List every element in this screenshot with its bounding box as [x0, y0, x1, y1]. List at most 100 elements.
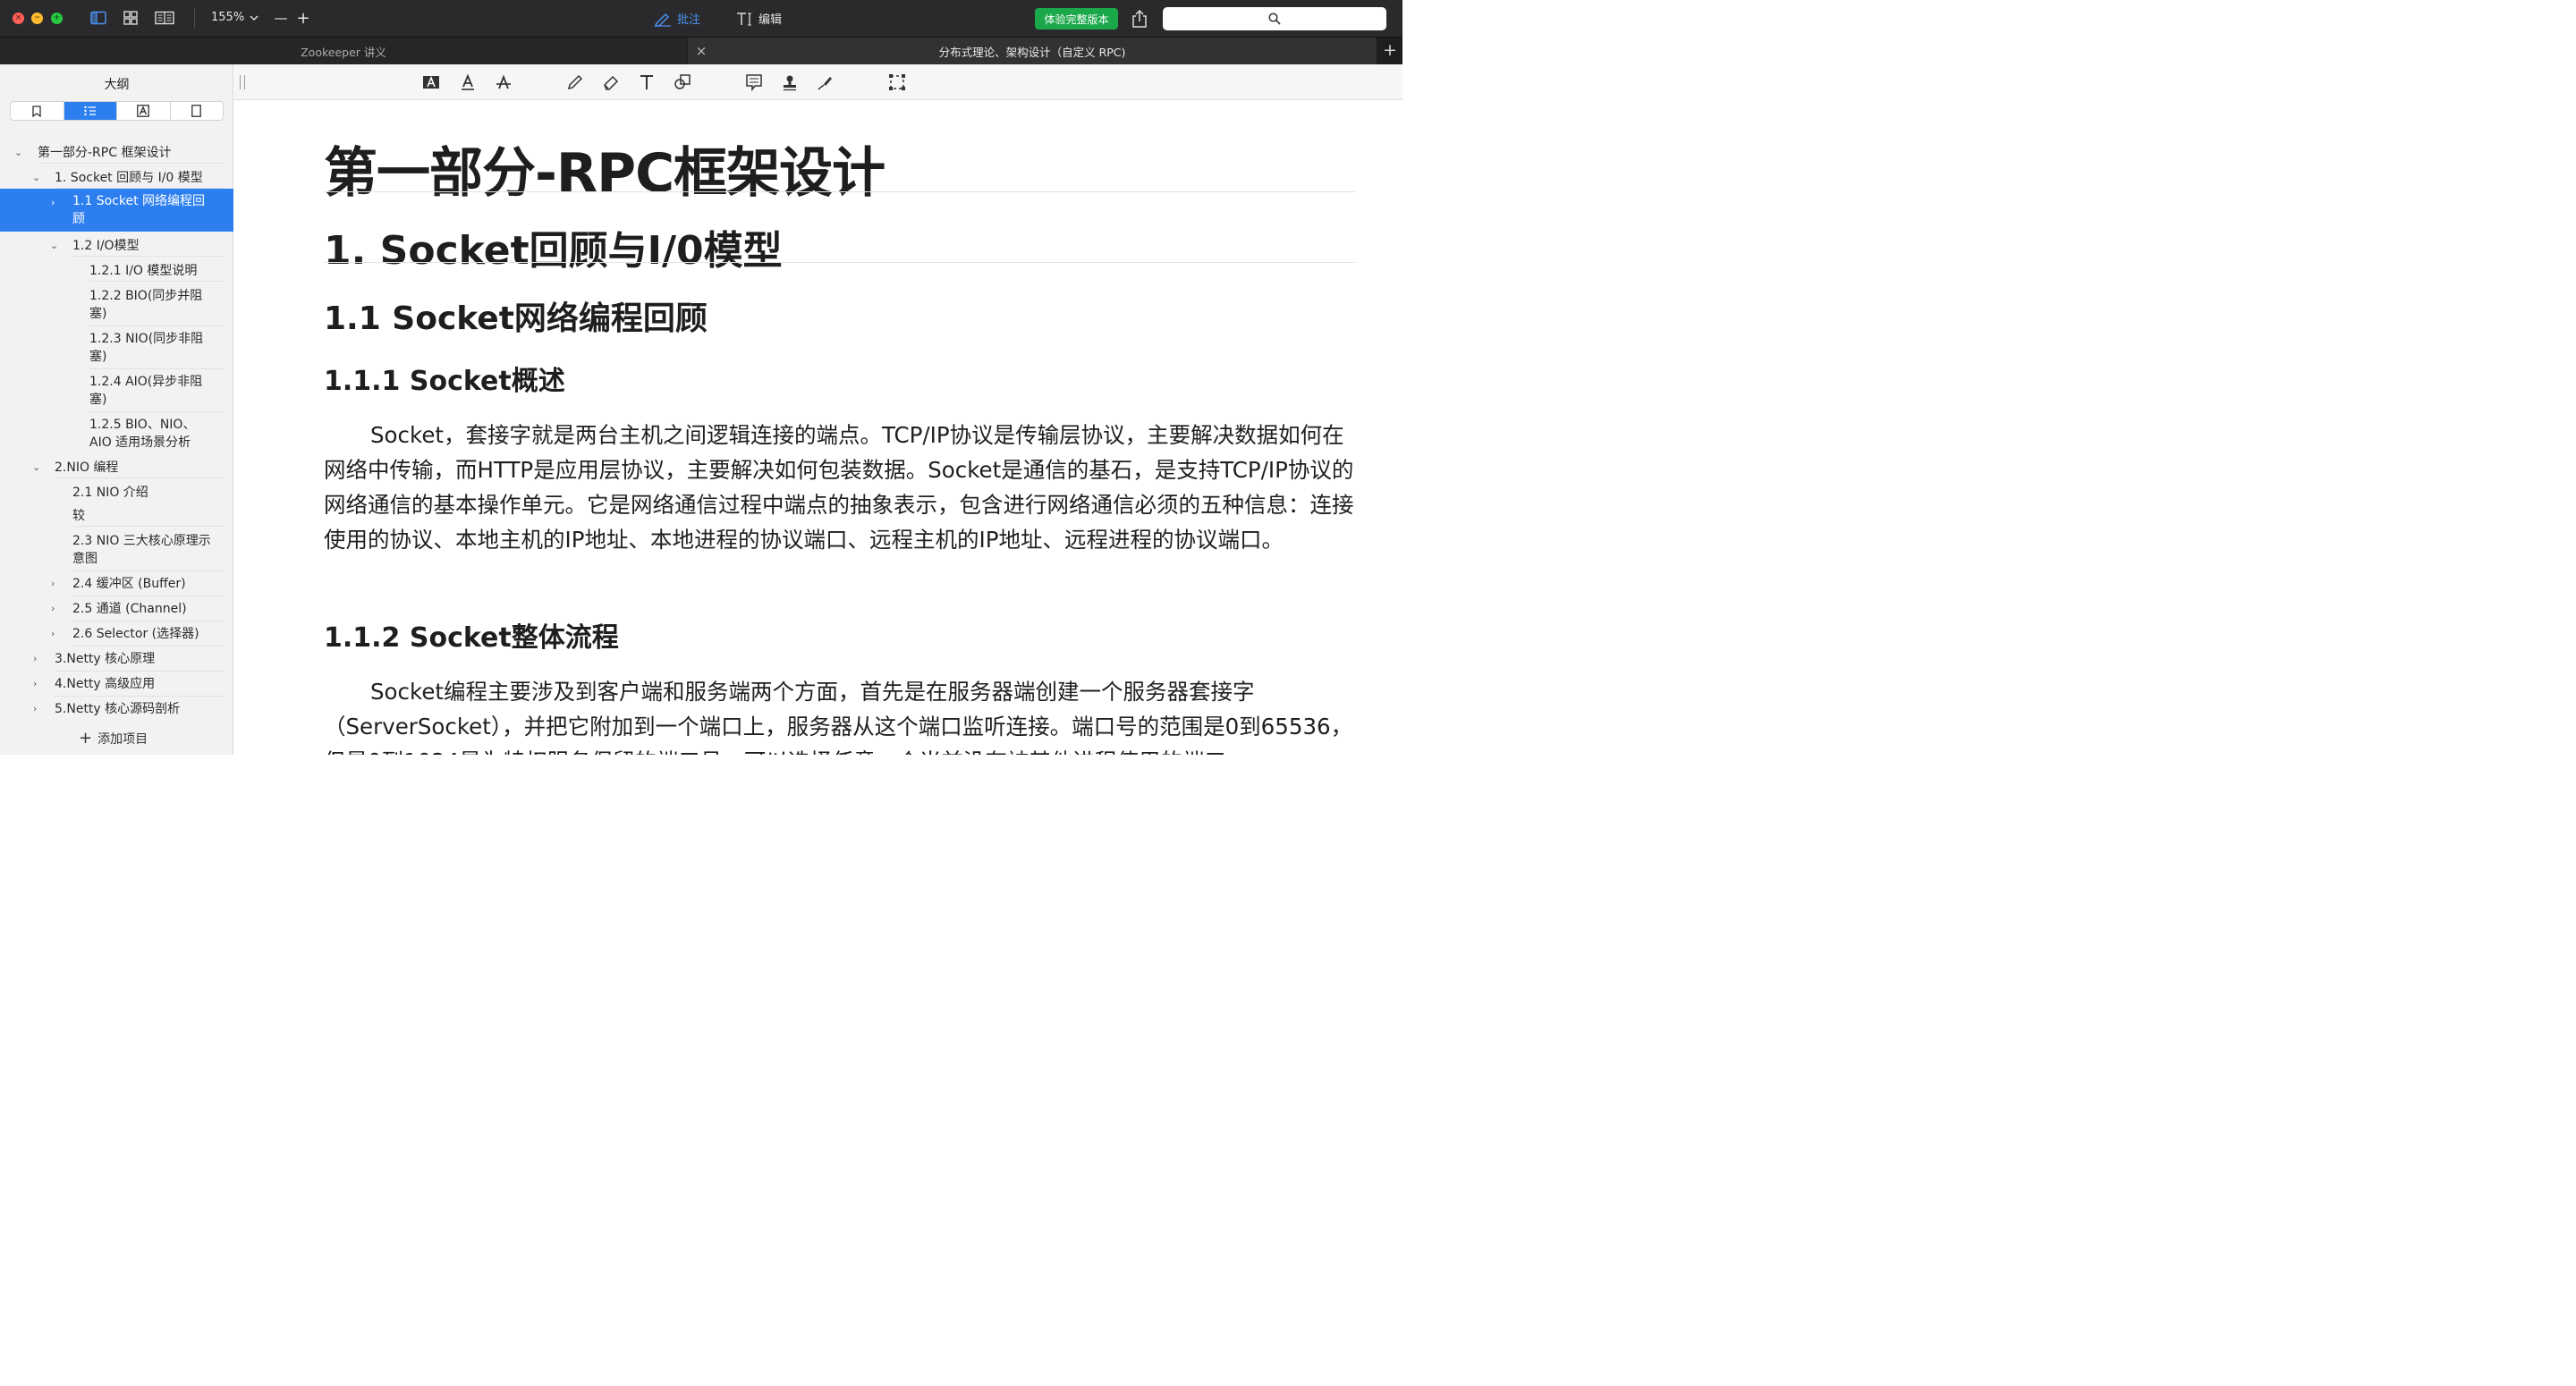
- pencil-tool[interactable]: [565, 72, 585, 92]
- outline-item[interactable]: 较: [0, 503, 233, 527]
- chevron-right-icon: ›: [33, 678, 38, 689]
- outline-item-label: 2.5 通道 (Channel): [72, 602, 187, 616]
- divider: [72, 646, 225, 647]
- divider: [38, 163, 225, 164]
- pages-tab[interactable]: [171, 102, 224, 120]
- grid-icon: [123, 11, 138, 25]
- outline-item[interactable]: ⌄ 1. Socket 回顾与 I/0 模型: [0, 167, 233, 189]
- book-icon: [155, 11, 174, 25]
- outline-tab[interactable]: [64, 102, 117, 120]
- outline-item-label: 1.2.2 BIO(同步并阻塞): [89, 289, 203, 321]
- outline-item[interactable]: 2.3 NIO 三大核心原理示意图: [0, 528, 233, 571]
- tab-zookeeper[interactable]: Zookeeper 讲义: [0, 38, 687, 64]
- outline-item-label: 2.4 缓冲区 (Buffer): [72, 577, 186, 591]
- maximize-window-button[interactable]: +: [51, 13, 63, 24]
- outline-item[interactable]: 1.2.2 BIO(同步并阻塞): [0, 285, 233, 326]
- tab-bar: Zookeeper 讲义 分布式理论、架构设计（自定义 RPC) × +: [0, 38, 1402, 64]
- tab-distributed-rpc[interactable]: 分布式理论、架构设计（自定义 RPC): [688, 38, 1377, 64]
- outline-item[interactable]: › 2.5 通道 (Channel): [0, 598, 233, 621]
- outline-item[interactable]: ⌄ 1.2 I/O模型: [0, 235, 233, 257]
- outline-item[interactable]: ⌄ 2.NIO 编程: [0, 457, 233, 478]
- eraser-tool[interactable]: [601, 72, 621, 92]
- outline-item[interactable]: 1.2.5 BIO、NIO、AIO 适用场景分析: [0, 414, 233, 455]
- reading-view-button[interactable]: [154, 8, 175, 28]
- close-window-button[interactable]: ×: [13, 13, 24, 24]
- share-icon: [1132, 9, 1147, 28]
- outline-item[interactable]: › 3.Netty 核心原理: [0, 648, 233, 672]
- divider: [72, 256, 225, 257]
- outline-item-label: 1.2.4 AIO(异步非阻塞): [89, 375, 203, 407]
- sidebar-toggle-button[interactable]: [88, 8, 109, 28]
- bookmark-icon: [32, 105, 41, 117]
- strikethrough-tool[interactable]: [494, 72, 513, 92]
- outline-list-icon: [84, 106, 96, 116]
- outline-item-label: 2.3 NIO 三大核心原理示意图: [72, 534, 211, 566]
- shape-tool[interactable]: [673, 72, 692, 92]
- outline-item[interactable]: 1.2.1 I/O 模型说明: [0, 260, 233, 282]
- annotations-tab[interactable]: [117, 102, 171, 120]
- outline-item[interactable]: ⌄ 第一部分-RPC 框架设计: [0, 142, 233, 164]
- zoom-out-button[interactable]: —: [270, 8, 292, 28]
- chevron-right-icon: ›: [51, 628, 55, 639]
- outline-item-label: 第一部分-RPC 框架设计: [38, 146, 172, 160]
- text-highlight-tool[interactable]: [421, 72, 441, 92]
- outline-item-label: 5.Netty 核心源码剖析: [55, 702, 181, 716]
- search-input[interactable]: [1163, 7, 1386, 30]
- outline-item[interactable]: 1.2.4 AIO(异步非阻塞): [0, 371, 233, 412]
- heading-3: 1.1 Socket网络编程回顾: [324, 300, 708, 337]
- edit-mode-button[interactable]: 编辑: [735, 10, 782, 27]
- new-tab-icon[interactable]: +: [1383, 40, 1397, 60]
- outline-item-label: 2.1 NIO 介绍: [72, 486, 148, 500]
- annotate-mode-label: 批注: [677, 13, 701, 27]
- annotate-mode-button[interactable]: 批注: [654, 10, 700, 27]
- outline-item[interactable]: › 2.4 缓冲区 (Buffer): [0, 573, 233, 596]
- tab-close-icon[interactable]: ×: [694, 43, 708, 59]
- divider: [55, 671, 225, 672]
- zoom-control[interactable]: 155%: [211, 11, 258, 24]
- outline-item-label: 1.2.1 I/O 模型说明: [89, 264, 198, 278]
- thumbnail-view-button[interactable]: [120, 8, 141, 28]
- outline-item[interactable]: 2.1 NIO 介绍: [0, 482, 233, 503]
- chevron-down-icon: ⌄: [32, 461, 41, 473]
- chevron-right-icon: ›: [51, 197, 55, 208]
- edit-mode-label: 编辑: [758, 13, 783, 27]
- minimize-window-button[interactable]: −: [31, 13, 43, 24]
- outline-item-label: 4.Netty 高级应用: [55, 677, 156, 691]
- zoom-out-label: —: [274, 10, 288, 26]
- zoom-in-button[interactable]: +: [292, 8, 314, 28]
- heading-1: 第一部分-RPC框架设计: [324, 142, 886, 205]
- chevron-down-icon: ⌄: [14, 147, 23, 158]
- bookmarks-tab[interactable]: [11, 102, 64, 120]
- heading-divider: [324, 191, 1355, 192]
- tab-label: 分布式理论、架构设计（自定义 RPC): [938, 45, 1126, 59]
- chevron-down-icon: ⌄: [32, 172, 41, 183]
- underline-icon: [462, 73, 474, 90]
- outline-item[interactable]: › 4.Netty 高级应用: [0, 673, 233, 697]
- text-tool[interactable]: [637, 72, 657, 92]
- stamp-tool[interactable]: [780, 72, 800, 92]
- outline-item-label: 2.6 Selector (选择器): [72, 627, 199, 641]
- signature-pen-icon: [818, 77, 832, 90]
- outline-item[interactable]: 1.2.3 NIO(同步非阻塞): [0, 328, 233, 369]
- outline-item-label: 1.2.3 NIO(同步非阻塞): [89, 332, 204, 364]
- outline-item-selected[interactable]: › 1.1 Socket 网络编程回顾: [0, 189, 233, 232]
- outline-item-label: 2.NIO 编程: [55, 461, 119, 475]
- selection-tool[interactable]: [887, 72, 907, 92]
- pen-icon: [654, 13, 671, 27]
- note-tool[interactable]: [744, 72, 764, 92]
- outline-item[interactable]: › 5.Netty 核心源码剖析: [0, 698, 233, 722]
- marquee-select-icon: [889, 74, 905, 90]
- share-button[interactable]: [1131, 9, 1150, 29]
- outline-item[interactable]: › 2.6 Selector (选择器): [0, 623, 233, 647]
- underline-tool[interactable]: [458, 72, 478, 92]
- outline-item-label: 3.Netty 核心原理: [55, 652, 156, 666]
- text-icon: [640, 75, 653, 89]
- eraser-icon: [604, 75, 619, 90]
- toolbar-divider: [194, 7, 195, 29]
- signature-tool[interactable]: [816, 72, 835, 92]
- add-outline-item-button[interactable]: + 添加项目: [79, 730, 148, 748]
- zoom-in-label: +: [296, 8, 310, 28]
- outline-item-label: 1.2.5 BIO、NIO、AIO 适用场景分析: [89, 418, 196, 450]
- drag-handle-icon[interactable]: [240, 75, 245, 89]
- trial-full-version-button[interactable]: 体验完整版本: [1035, 8, 1118, 30]
